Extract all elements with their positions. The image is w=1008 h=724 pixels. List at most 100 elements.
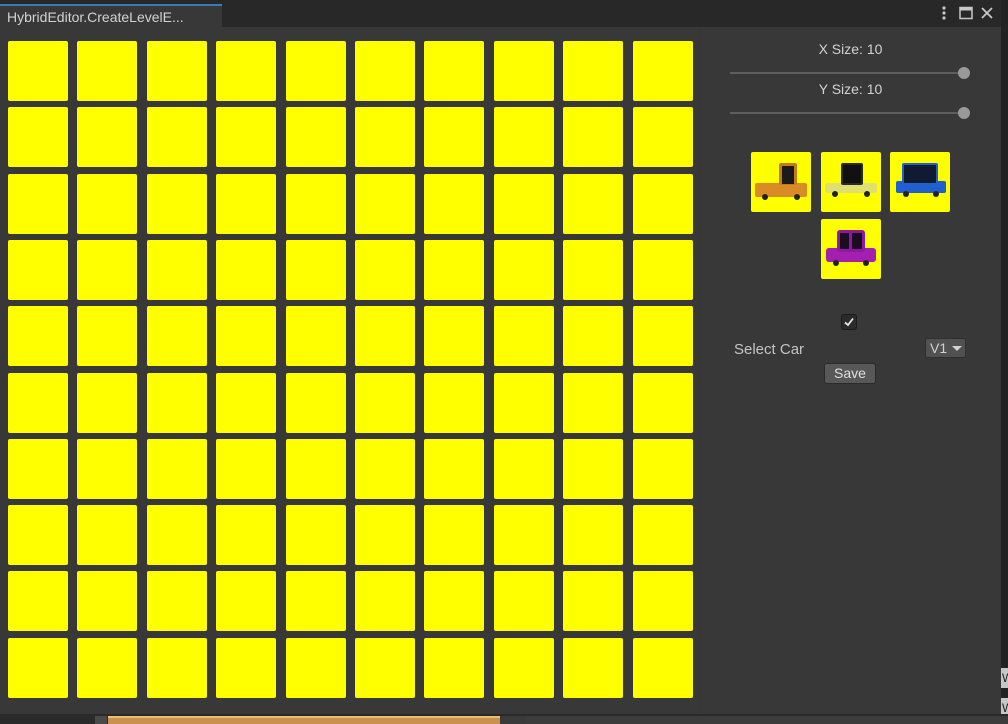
grid-cell[interactable] xyxy=(494,505,554,565)
grid-cell[interactable] xyxy=(216,439,276,499)
grid-cell[interactable] xyxy=(77,306,137,366)
grid-cell[interactable] xyxy=(424,306,484,366)
grid-cell[interactable] xyxy=(563,174,623,234)
grid-cell[interactable] xyxy=(633,174,693,234)
grid-cell[interactable] xyxy=(494,571,554,631)
grid-cell[interactable] xyxy=(286,306,346,366)
grid-cell[interactable] xyxy=(494,373,554,433)
grid-cell[interactable] xyxy=(494,41,554,101)
grid-cell[interactable] xyxy=(355,571,415,631)
grid-cell[interactable] xyxy=(8,439,68,499)
grid-cell[interactable] xyxy=(494,439,554,499)
grid-cell[interactable] xyxy=(216,240,276,300)
grid-cell[interactable] xyxy=(633,505,693,565)
grid-cell[interactable] xyxy=(563,107,623,167)
grid-cell[interactable] xyxy=(424,638,484,698)
grid-cell[interactable] xyxy=(147,638,207,698)
grid-cell[interactable] xyxy=(216,41,276,101)
grid-cell[interactable] xyxy=(355,306,415,366)
y-size-slider-thumb[interactable] xyxy=(958,107,970,119)
grid-cell[interactable] xyxy=(494,240,554,300)
car-option-blue[interactable] xyxy=(890,152,950,212)
grid-cell[interactable] xyxy=(494,638,554,698)
grid-cell[interactable] xyxy=(286,571,346,631)
grid-cell[interactable] xyxy=(563,571,623,631)
grid-cell[interactable] xyxy=(633,41,693,101)
grid-cell[interactable] xyxy=(77,439,137,499)
grid-cell[interactable] xyxy=(147,373,207,433)
maximize-icon[interactable] xyxy=(958,5,974,21)
grid-cell[interactable] xyxy=(77,638,137,698)
grid-cell[interactable] xyxy=(563,240,623,300)
grid-cell[interactable] xyxy=(633,571,693,631)
grid-cell[interactable] xyxy=(424,107,484,167)
y-size-slider[interactable] xyxy=(730,112,964,114)
car-version-dropdown[interactable]: V1 xyxy=(925,338,966,358)
grid-cell[interactable] xyxy=(147,439,207,499)
grid-cell[interactable] xyxy=(286,107,346,167)
grid-cell[interactable] xyxy=(494,174,554,234)
option-checkbox[interactable] xyxy=(841,314,857,330)
grid-cell[interactable] xyxy=(147,306,207,366)
grid-cell[interactable] xyxy=(147,41,207,101)
grid-cell[interactable] xyxy=(216,638,276,698)
car-option-orange[interactable] xyxy=(751,152,811,212)
grid-cell[interactable] xyxy=(286,240,346,300)
grid-cell[interactable] xyxy=(8,174,68,234)
car-option-yellow[interactable] xyxy=(821,152,881,212)
grid-cell[interactable] xyxy=(286,174,346,234)
grid-cell[interactable] xyxy=(147,240,207,300)
grid-cell[interactable] xyxy=(563,505,623,565)
grid-cell[interactable] xyxy=(424,240,484,300)
grid-cell[interactable] xyxy=(8,41,68,101)
grid-cell[interactable] xyxy=(563,439,623,499)
close-icon[interactable] xyxy=(979,5,995,21)
grid-cell[interactable] xyxy=(355,373,415,433)
grid-cell[interactable] xyxy=(286,41,346,101)
grid-cell[interactable] xyxy=(147,571,207,631)
grid-cell[interactable] xyxy=(77,505,137,565)
more-menu-icon[interactable] xyxy=(936,5,952,21)
grid-cell[interactable] xyxy=(633,638,693,698)
grid-cell[interactable] xyxy=(8,373,68,433)
grid-cell[interactable] xyxy=(147,505,207,565)
grid-cell[interactable] xyxy=(563,373,623,433)
grid-cell[interactable] xyxy=(355,107,415,167)
grid-cell[interactable] xyxy=(633,107,693,167)
grid-cell[interactable] xyxy=(216,373,276,433)
car-option-purple[interactable] xyxy=(821,219,881,279)
grid-cell[interactable] xyxy=(424,41,484,101)
grid-cell[interactable] xyxy=(216,306,276,366)
grid-cell[interactable] xyxy=(563,41,623,101)
grid-cell[interactable] xyxy=(355,439,415,499)
grid-cell[interactable] xyxy=(77,571,137,631)
grid-cell[interactable] xyxy=(77,107,137,167)
grid-cell[interactable] xyxy=(147,107,207,167)
grid-cell[interactable] xyxy=(216,107,276,167)
grid-cell[interactable] xyxy=(286,373,346,433)
grid-cell[interactable] xyxy=(77,174,137,234)
grid-cell[interactable] xyxy=(286,439,346,499)
grid-cell[interactable] xyxy=(633,306,693,366)
grid-cell[interactable] xyxy=(424,505,484,565)
grid-cell[interactable] xyxy=(494,107,554,167)
save-button[interactable]: Save xyxy=(824,363,876,384)
grid-cell[interactable] xyxy=(494,306,554,366)
grid-cell[interactable] xyxy=(8,107,68,167)
x-size-slider-thumb[interactable] xyxy=(958,67,970,79)
grid-cell[interactable] xyxy=(633,373,693,433)
grid-cell[interactable] xyxy=(355,240,415,300)
grid-cell[interactable] xyxy=(355,638,415,698)
grid-cell[interactable] xyxy=(424,174,484,234)
grid-cell[interactable] xyxy=(563,638,623,698)
grid-cell[interactable] xyxy=(355,174,415,234)
grid-cell[interactable] xyxy=(633,439,693,499)
grid-cell[interactable] xyxy=(633,240,693,300)
grid-cell[interactable] xyxy=(355,505,415,565)
grid-cell[interactable] xyxy=(147,174,207,234)
x-size-slider[interactable] xyxy=(730,72,964,74)
grid-cell[interactable] xyxy=(216,571,276,631)
grid-cell[interactable] xyxy=(286,638,346,698)
grid-cell[interactable] xyxy=(216,174,276,234)
grid-cell[interactable] xyxy=(8,505,68,565)
